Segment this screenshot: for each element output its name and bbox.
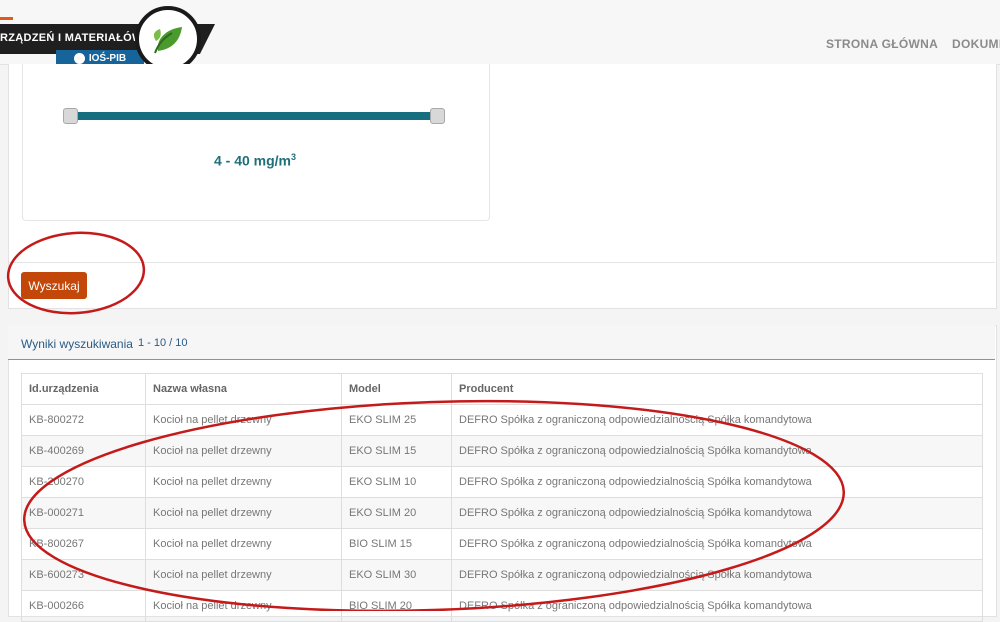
cell-model: EKO SLIM 25 [341, 404, 452, 436]
leaf-icon [153, 27, 182, 54]
table-row[interactable]: KB-400269 Kocioł na pellet drzewny EKO S… [21, 435, 983, 467]
brand-title: RZĄDZEŃ I MATERIAŁÓW [0, 32, 143, 44]
range-slider-min-handle[interactable] [63, 108, 78, 124]
nav-home[interactable]: STRONA GŁÓWNA [826, 37, 938, 51]
results-count: 1 - 10 / 10 [138, 337, 188, 349]
cell-id: KB-600273 [21, 559, 146, 591]
cell-model: BIO SLIM 15 [341, 528, 452, 560]
range-filter-panel [22, 64, 490, 221]
cell-producer: DEFRO Spółka z ograniczoną odpowiedzialn… [451, 528, 983, 560]
nav-documents[interactable]: DOKUME [952, 37, 1000, 51]
cell-model: EKO SLIM 30 [341, 559, 452, 591]
table-header-row: Id.urządzenia Nazwa własna Model Produce… [21, 373, 983, 405]
column-header-producer[interactable]: Producent [451, 373, 983, 405]
ios-pib-logo-icon [73, 53, 85, 64]
cell-model: EKO SLIM 10 [341, 466, 452, 498]
cell-producer: DEFRO Spółka z ograniczoną odpowiedzialn… [451, 590, 983, 622]
range-unit-superscript: 3 [291, 152, 297, 162]
results-table: Id.urządzenia Nazwa własna Model Produce… [21, 373, 983, 622]
cell-producer: DEFRO Spółka z ograniczoną odpowiedzialn… [451, 404, 983, 436]
column-header-model[interactable]: Model [341, 373, 452, 405]
header-accent-bar [0, 17, 13, 20]
table-row[interactable]: KB-200270 Kocioł na pellet drzewny EKO S… [21, 466, 983, 498]
cell-name: Kocioł na pellet drzewny [145, 497, 342, 529]
cell-producer: DEFRO Spółka z ograniczoną odpowiedzialn… [451, 559, 983, 591]
table-row[interactable]: KB-000271 Kocioł na pellet drzewny EKO S… [21, 497, 983, 529]
cell-producer: DEFRO Spółka z ograniczoną odpowiedzialn… [451, 497, 983, 529]
cell-id: KB-200270 [21, 466, 146, 498]
cell-model: EKO SLIM 15 [341, 435, 452, 467]
cell-id: KB-000266 [21, 590, 146, 622]
cell-name: Kocioł na pellet drzewny [145, 435, 342, 467]
search-button[interactable]: Wyszukaj [21, 272, 87, 299]
cell-name: Kocioł na pellet drzewny [145, 559, 342, 591]
cell-id: KB-800267 [21, 528, 146, 560]
range-value-text: 4 - 40 mg/m [213, 152, 291, 169]
column-header-name[interactable]: Nazwa własna [145, 373, 342, 405]
filter-divider [9, 262, 995, 263]
range-value-label: 4 - 40 mg/m3 [22, 152, 488, 169]
site-logo[interactable] [135, 6, 201, 72]
cell-name: Kocioł na pellet drzewny [145, 528, 342, 560]
cell-name: Kocioł na pellet drzewny [145, 590, 342, 622]
cell-producer: DEFRO Spółka z ograniczoną odpowiedzialn… [451, 435, 983, 467]
cell-name: Kocioł na pellet drzewny [145, 466, 342, 498]
cell-id: KB-000271 [21, 497, 146, 529]
range-slider-max-handle[interactable] [430, 108, 445, 124]
cell-id: KB-400269 [21, 435, 146, 467]
cell-model: EKO SLIM 20 [341, 497, 452, 529]
range-slider-track[interactable] [70, 112, 438, 120]
cell-name: Kocioł na pellet drzewny [145, 404, 342, 436]
brand-sub-label: IOŚ-PIB [88, 53, 127, 64]
cell-id: KB-800272 [21, 404, 146, 436]
column-header-id[interactable]: Id.urządzenia [21, 373, 146, 405]
cell-producer: DEFRO Spółka z ograniczoną odpowiedzialn… [451, 466, 983, 498]
results-title: Wyniki wyszukiwania [21, 337, 133, 351]
cell-model: BIO SLIM 20 [341, 590, 452, 622]
table-row[interactable]: KB-800267 Kocioł na pellet drzewny BIO S… [21, 528, 983, 560]
table-row[interactable]: KB-800272 Kocioł na pellet drzewny EKO S… [21, 404, 983, 436]
table-row[interactable]: KB-600273 Kocioł na pellet drzewny EKO S… [21, 559, 983, 591]
table-row[interactable]: KB-000266 Kocioł na pellet drzewny BIO S… [21, 590, 983, 622]
site-header: RZĄDZEŃ I MATERIAŁÓW IOŚ-PIB STRONA GŁÓW… [0, 0, 1000, 72]
